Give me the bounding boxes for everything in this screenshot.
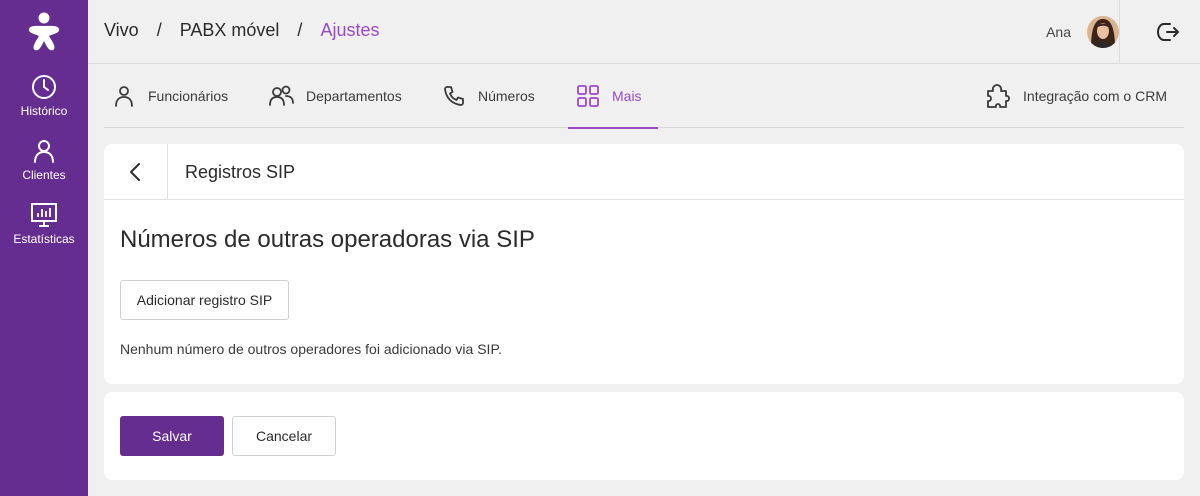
tab-funcionarios[interactable]: Funcionários	[112, 64, 228, 128]
breadcrumb: Vivo / PABX móvel / Ajustes	[104, 20, 379, 41]
user-name: Ana	[1046, 24, 1071, 40]
chevron-left-icon	[129, 162, 140, 181]
tab-label: Números	[478, 88, 535, 104]
breadcrumb-vivo[interactable]: Vivo	[104, 20, 139, 41]
header-divider	[1119, 0, 1120, 64]
avatar[interactable]	[1087, 16, 1119, 48]
tab-numeros[interactable]: Números	[442, 64, 535, 128]
section-title: Números de outras operadoras via SIP	[120, 226, 535, 253]
tab-departamentos[interactable]: Departamentos	[268, 64, 402, 128]
tab-label: Integração com o CRM	[1023, 88, 1167, 104]
tab-label: Mais	[612, 88, 642, 104]
tab-integracao-crm[interactable]: Integração com o CRM	[985, 64, 1167, 128]
breadcrumb-ajustes: Ajustes	[320, 20, 380, 40]
breadcrumb-separator: /	[156, 20, 162, 40]
logout-icon[interactable]	[1156, 20, 1180, 44]
add-sip-record-button[interactable]: Adicionar registro SIP	[120, 280, 289, 320]
tab-label: Funcionários	[148, 88, 229, 104]
sidebar: Histórico Clientes Estatísticas	[0, 0, 88, 496]
save-button[interactable]: Salvar	[120, 416, 224, 456]
sidebar-item-historico[interactable]: Histórico	[0, 74, 88, 118]
sip-records-card: Registros SIP Números de outras operador…	[104, 144, 1184, 384]
chart-monitor-icon	[31, 203, 57, 227]
person-icon	[34, 140, 54, 163]
sidebar-item-label: Clientes	[22, 168, 66, 182]
card-title: Registros SIP	[185, 162, 296, 182]
tab-mais[interactable]: Mais	[568, 64, 658, 129]
clock-icon	[32, 75, 56, 99]
breadcrumb-separator: /	[297, 20, 303, 40]
cancel-button[interactable]: Cancelar	[232, 416, 336, 456]
card-header: Registros SIP	[104, 144, 1184, 200]
puzzle-icon	[987, 84, 1010, 108]
tab-bar: Funcionários Departamentos Números Mais …	[104, 64, 1184, 129]
vivo-logo-icon[interactable]	[26, 12, 62, 52]
actions-card: Salvar Cancelar	[104, 392, 1184, 480]
people-icon	[269, 85, 294, 106]
header: Vivo / PABX móvel / Ajustes Ana	[88, 0, 1200, 64]
sidebar-item-label: Estatísticas	[13, 232, 75, 246]
back-button[interactable]	[104, 144, 168, 199]
sidebar-item-clientes[interactable]: Clientes	[0, 138, 88, 182]
person-icon	[115, 86, 133, 107]
empty-state-text: Nenhum número de outros operadores foi a…	[120, 341, 502, 357]
phone-icon	[444, 86, 464, 106]
sidebar-item-label: Histórico	[20, 104, 68, 118]
tab-label: Departamentos	[306, 88, 402, 104]
breadcrumb-pabx[interactable]: PABX móvel	[180, 20, 280, 41]
sidebar-item-estatisticas[interactable]: Estatísticas	[0, 202, 88, 246]
grid-icon	[577, 85, 599, 107]
